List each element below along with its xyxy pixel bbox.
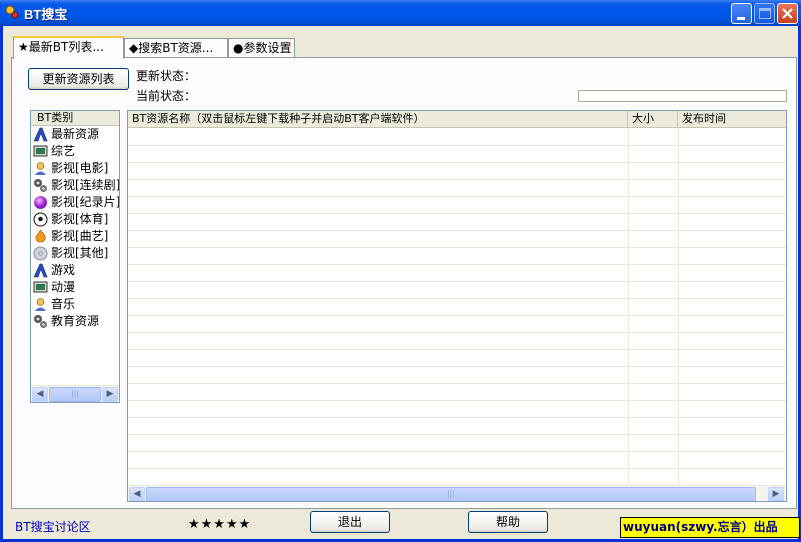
grid-row-line: [128, 400, 786, 401]
column-publish-time[interactable]: 发布时间: [678, 111, 786, 127]
app-window: BT搜宝 ★最新BT列表... ◆搜索BT资源... ●参数设置 更新资源列表 …: [0, 0, 801, 542]
user-icon: [33, 161, 48, 176]
exit-button[interactable]: 退出: [310, 511, 390, 533]
minimize-button[interactable]: [731, 3, 752, 24]
category-item-label: 最新资源: [51, 127, 100, 141]
flame-icon: [33, 229, 48, 244]
grid-row-line: [128, 145, 786, 146]
soccer-ball-icon: [33, 212, 48, 227]
grid-row-line: [128, 434, 786, 435]
category-item-label: 影视[体育]: [51, 212, 109, 226]
credit-label: wuyuan(szwy.忘言）出品: [620, 517, 800, 538]
category-item[interactable]: 影视[其他]: [31, 245, 119, 262]
category-item[interactable]: 影视[纪录片]: [31, 194, 119, 211]
category-item-label: 影视[纪录片]: [51, 195, 120, 209]
tv-icon: [33, 280, 48, 295]
refresh-list-button[interactable]: 更新资源列表: [28, 68, 129, 90]
column-resource-name[interactable]: BT资源名称（双击鼠标左键下载种子并启动BT客户端软件）: [128, 111, 628, 127]
grid-row-line: [128, 468, 786, 469]
grid-row-line: [128, 332, 786, 333]
grid-row-line: [128, 298, 786, 299]
tab-latest-bt-list[interactable]: ★最新BT列表...: [13, 36, 124, 59]
app-logo-icon: [5, 5, 19, 19]
category-item[interactable]: 教育资源: [31, 313, 119, 330]
close-icon: [782, 8, 793, 19]
category-item-label: 影视[连续剧]: [51, 178, 120, 192]
forum-link[interactable]: BT搜宝讨论区: [15, 518, 91, 535]
grid-row-line: [128, 451, 786, 452]
tab-search-bt[interactable]: ◆搜索BT资源...: [124, 38, 228, 58]
grid-row-line: [128, 213, 786, 214]
category-item-label: 游戏: [51, 263, 76, 277]
globe-icon: [33, 195, 48, 210]
scroll-left-button[interactable]: ◀: [129, 487, 145, 501]
category-item-label: 影视[电影]: [51, 161, 109, 175]
grid-row-line: [128, 264, 786, 265]
grid-row-line: [128, 349, 786, 350]
category-list[interactable]: BT类别 最新资源综艺影视[电影] 影视[连续剧] 影视[纪录片] 影视[体育] 影视[…: [30, 110, 120, 403]
maximize-button[interactable]: [754, 3, 775, 24]
close-button[interactable]: [777, 3, 798, 24]
scroll-right-button[interactable]: ▶: [768, 487, 784, 501]
scroll-thumb[interactable]: |||: [49, 387, 101, 402]
gears-icon: [33, 178, 48, 193]
category-header: BT类别: [31, 111, 119, 126]
grid-row-line: [128, 315, 786, 316]
minimize-icon: [737, 17, 745, 20]
update-status-label: 更新状态：: [136, 69, 197, 83]
grid-row-line: [128, 230, 786, 231]
category-item[interactable]: 最新资源: [31, 126, 119, 143]
table-hscrollbar[interactable]: ◀ ||| ▶: [128, 485, 786, 501]
grid-row-line: [128, 417, 786, 418]
category-item[interactable]: 影视[体育]: [31, 211, 119, 228]
category-item[interactable]: 音乐: [31, 296, 119, 313]
rating-stars: ★★★★★: [188, 517, 252, 532]
table-header: BT资源名称（双击鼠标左键下载种子并启动BT客户端软件） 大小 发布时间: [128, 111, 786, 128]
category-item-label: 综艺: [51, 144, 76, 158]
scroll-left-button[interactable]: ◀: [32, 387, 48, 402]
bt-resource-table[interactable]: BT资源名称（双击鼠标左键下载种子并启动BT客户端软件） 大小 发布时间 ◀ |…: [127, 110, 787, 502]
user-icon: [33, 297, 48, 312]
latest-list-panel: 更新资源列表 更新状态： 当前状态： BT类别 最新资源综艺影视[电影] 影视[连…: [11, 57, 797, 509]
category-item[interactable]: 影视[电影]: [31, 160, 119, 177]
category-item[interactable]: 影视[连续剧]: [31, 177, 119, 194]
grid-row-line: [128, 281, 786, 282]
grid-row-line: [128, 162, 786, 163]
maximize-icon: [759, 8, 771, 19]
category-item[interactable]: 游戏: [31, 262, 119, 279]
category-item[interactable]: 综艺: [31, 143, 119, 160]
category-items: 最新资源综艺影视[电影] 影视[连续剧] 影视[纪录片] 影视[体育] 影视[曲艺] 影视…: [31, 126, 119, 330]
grid-row-line: [128, 196, 786, 197]
help-button[interactable]: 帮助: [468, 511, 548, 533]
progress-bar: [578, 90, 787, 102]
grid-row-line: [128, 366, 786, 367]
letter-a-icon: [33, 127, 48, 142]
grid-column-line: [628, 128, 629, 486]
category-hscrollbar[interactable]: ◀ ||| ▶: [31, 385, 119, 402]
tab-settings[interactable]: ●参数设置: [228, 38, 295, 58]
gears-icon: [33, 314, 48, 329]
category-item-label: 影视[曲艺]: [51, 229, 109, 243]
grid-column-line: [678, 128, 679, 486]
tv-icon: [33, 144, 48, 159]
category-item-label: 教育资源: [51, 314, 100, 328]
grid-row-line: [128, 179, 786, 180]
scroll-thumb[interactable]: |||: [146, 487, 756, 501]
letter-a-icon: [33, 263, 48, 278]
grid-row-line: [128, 383, 786, 384]
title-bar[interactable]: BT搜宝: [0, 0, 801, 26]
category-item[interactable]: 动漫: [31, 279, 119, 296]
category-item-label: 动漫: [51, 280, 76, 294]
current-status-label: 当前状态：: [136, 89, 197, 103]
category-item[interactable]: 影视[曲艺]: [31, 228, 119, 245]
column-size[interactable]: 大小: [628, 111, 678, 127]
category-item-label: 音乐: [51, 297, 76, 311]
scroll-right-button[interactable]: ▶: [102, 387, 118, 402]
disc-icon: [33, 246, 48, 261]
category-item-label: 影视[其他]: [51, 246, 109, 260]
grid-row-line: [128, 247, 786, 248]
window-title: BT搜宝: [24, 7, 68, 22]
